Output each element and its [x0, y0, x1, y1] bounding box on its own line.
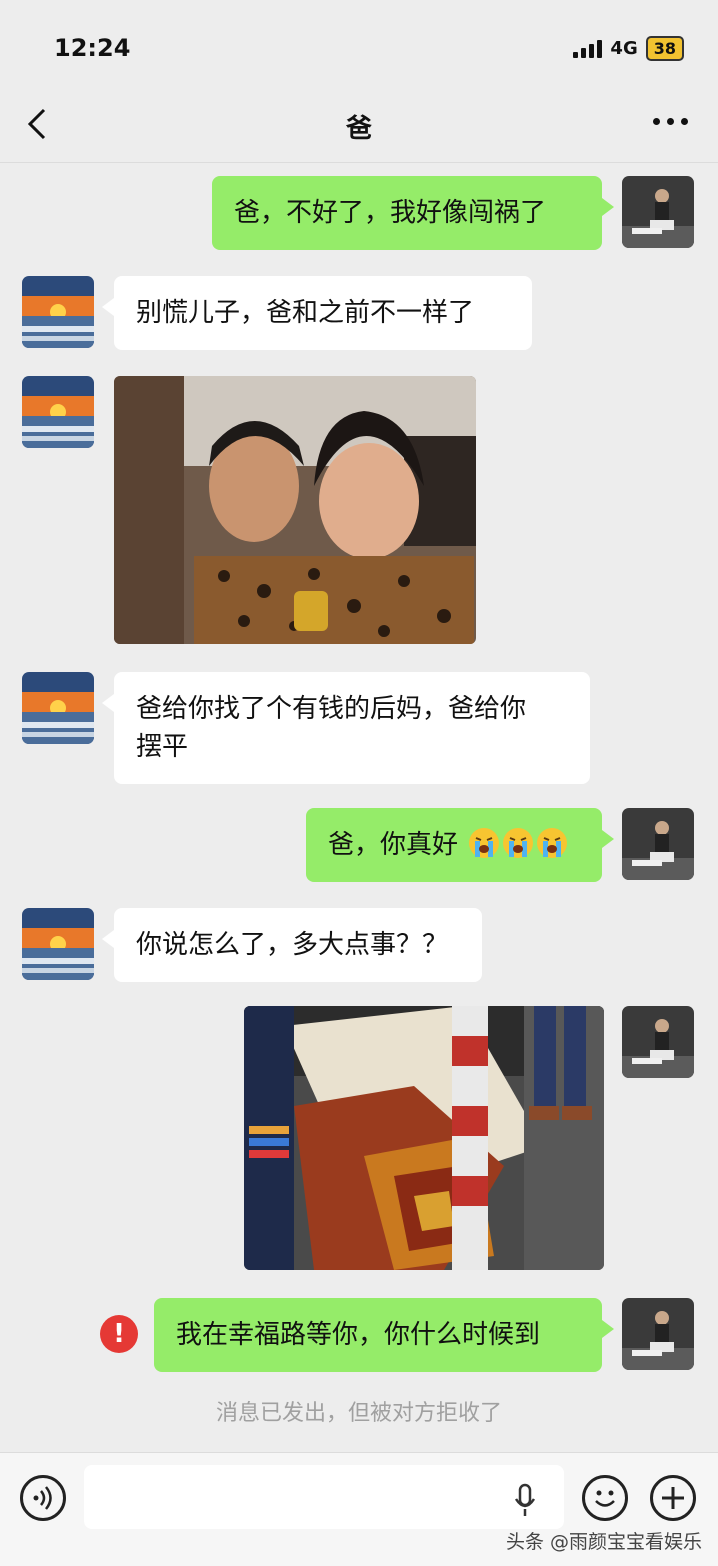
dad-avatar[interactable]: [22, 276, 94, 348]
sunset-avatar-photo: [22, 376, 94, 448]
my-avatar-photo: [622, 808, 694, 880]
crying-face-icon: [537, 828, 568, 858]
message-bubble-received[interactable]: 爸给你找了个有钱的后妈，爸给你 摆平: [102, 672, 590, 784]
status-time: 12:24: [54, 34, 131, 62]
voice-toggle-icon[interactable]: [20, 1475, 66, 1521]
microphone-icon[interactable]: [512, 1483, 538, 1519]
message-bubble-sent[interactable]: 我在幸福路等你，你什么时候到: [154, 1298, 614, 1372]
message-text: 你说怎么了，多大点事？？: [136, 930, 449, 960]
image-message-coffin[interactable]: [244, 1006, 604, 1270]
more-options-icon[interactable]: [653, 118, 688, 125]
crying-face-icon: [469, 828, 500, 858]
message-bubble-received[interactable]: 你说怎么了，多大点事？？: [102, 908, 482, 982]
watermark: 头条 @雨颜宝宝看娱乐: [505, 1531, 702, 1553]
my-avatar[interactable]: [622, 1298, 694, 1370]
dad-avatar[interactable]: [22, 908, 94, 980]
message-text: 爸，你真好: [328, 830, 459, 860]
my-avatar[interactable]: [622, 1006, 694, 1078]
system-note: 消息已发出，但被对方拒收了: [215, 1401, 502, 1426]
status-indicators: 4G 38: [573, 36, 684, 61]
sunset-avatar-photo: [22, 276, 94, 348]
signal-icon: [573, 39, 603, 58]
sunset-avatar-photo: [22, 908, 94, 980]
message-text: 我在幸福路等你，你什么时候到: [176, 1320, 541, 1350]
top-bar: 12:24 4G 38 爸: [0, 0, 718, 163]
add-more-icon[interactable]: [650, 1475, 696, 1521]
couple-in-car-photo: [114, 376, 476, 644]
message-input[interactable]: [84, 1465, 564, 1529]
my-avatar-photo: [622, 1298, 694, 1370]
dad-avatar[interactable]: [22, 376, 94, 448]
dad-avatar[interactable]: [22, 672, 94, 744]
message-text-line-1: 爸给你找了个有钱的后妈，爸给你: [136, 694, 527, 724]
message-text: 别慌儿子，爸和之前不一样了: [136, 298, 475, 328]
chat-title: 爸: [345, 114, 372, 144]
emoji-icon[interactable]: [582, 1475, 628, 1521]
crying-face-icon: [503, 828, 534, 858]
my-avatar[interactable]: [622, 176, 694, 248]
send-failed-icon[interactable]: !: [100, 1315, 138, 1353]
battery-icon: 38: [645, 36, 684, 61]
coffin-photo: [244, 1006, 604, 1270]
sunset-avatar-photo: [22, 672, 94, 744]
message-text-line-2: 摆平: [136, 732, 189, 762]
message-bubble-received[interactable]: 别慌儿子，爸和之前不一样了: [102, 276, 532, 350]
image-message-car-couple[interactable]: [114, 376, 476, 644]
my-avatar[interactable]: [622, 808, 694, 880]
my-avatar-photo: [622, 1006, 694, 1078]
message-bubble-sent[interactable]: 爸，你真好: [306, 808, 614, 882]
network-label: 4G: [610, 38, 638, 59]
message-text: 爸，不好了，我好像闯祸了: [234, 198, 547, 228]
my-avatar-photo: [622, 176, 694, 248]
message-bubble-sent[interactable]: 爸，不好了，我好像闯祸了: [212, 176, 614, 250]
